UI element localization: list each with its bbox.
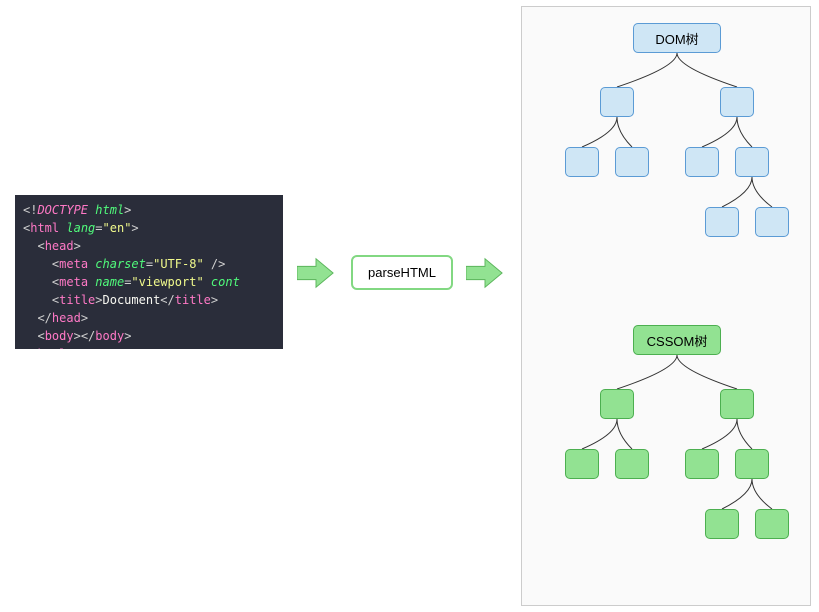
dom-node (755, 207, 789, 237)
html-tag: html (30, 221, 59, 235)
cssom-node (755, 509, 789, 539)
doctype-keyword: DOCTYPE (37, 203, 88, 217)
head-close: head (52, 311, 81, 325)
dom-tree-text: DOM树 (655, 29, 698, 48)
head-tag: head (45, 239, 74, 253)
cssom-tree-label: CSSOM树 (633, 325, 721, 355)
dom-node (600, 87, 634, 117)
parse-html-box: parseHTML (351, 255, 453, 290)
html-close: html (37, 347, 66, 349)
arrow-icon-2 (466, 256, 504, 290)
name-val: "viewport" (131, 275, 203, 289)
cssom-node (720, 389, 754, 419)
dom-node (615, 147, 649, 177)
code-block: <!DOCTYPE html> <html lang="en"> <head> … (15, 195, 283, 349)
title-tag-close: title (175, 293, 211, 307)
dom-node (705, 207, 739, 237)
body-open: body (45, 329, 74, 343)
arrow-icon-1 (297, 256, 335, 290)
cssom-node (615, 449, 649, 479)
charset-val: "UTF-8" (153, 257, 204, 271)
name-attr: name (95, 275, 124, 289)
cssom-node (685, 449, 719, 479)
title-tag-open: title (59, 293, 95, 307)
parse-html-label: parseHTML (368, 265, 436, 280)
cssom-node (735, 449, 769, 479)
cont-attr: cont (211, 275, 240, 289)
lang-attr: lang (66, 221, 95, 235)
trees-container: DOM树 CSSOM树 (521, 6, 811, 606)
dom-node (720, 87, 754, 117)
lang-val: "en" (103, 221, 132, 235)
cssom-node (705, 509, 739, 539)
cssom-node (565, 449, 599, 479)
cssom-tree-text: CSSOM树 (647, 331, 708, 350)
dom-tree-label: DOM树 (633, 23, 721, 53)
meta-tag-1: meta (59, 257, 88, 271)
dom-node (735, 147, 769, 177)
charset-attr: charset (95, 257, 146, 271)
body-close: body (95, 329, 124, 343)
title-text: Document (103, 293, 161, 307)
dom-node (565, 147, 599, 177)
doctype-html: html (95, 203, 124, 217)
dom-node (685, 147, 719, 177)
cssom-node (600, 389, 634, 419)
meta-tag-2: meta (59, 275, 88, 289)
